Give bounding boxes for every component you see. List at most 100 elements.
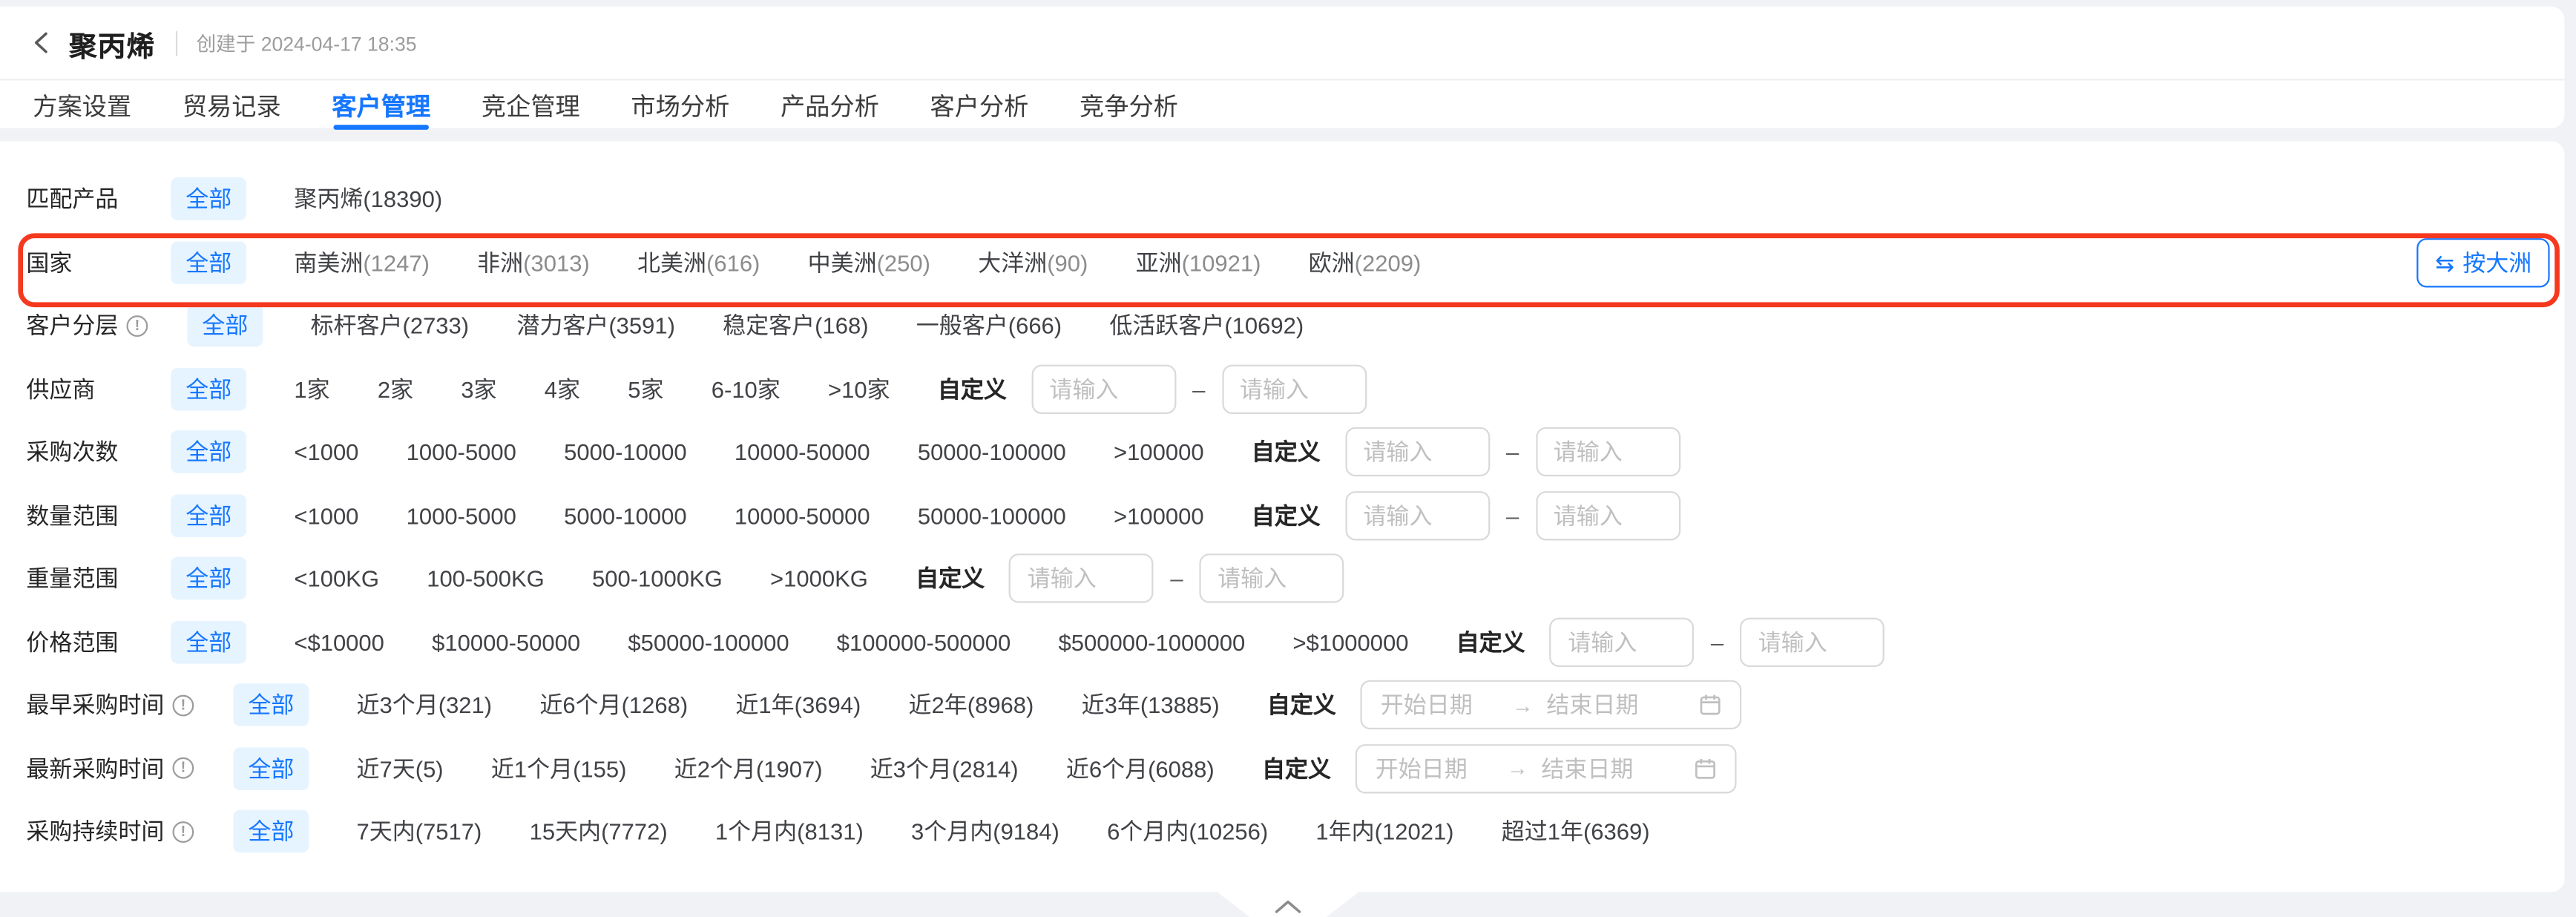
- filter-option[interactable]: <1000: [294, 502, 358, 528]
- filter-option[interactable]: 7天内(7517): [357, 815, 482, 848]
- filter-option[interactable]: 100-500KG: [427, 565, 545, 591]
- filter-option[interactable]: $50000-100000: [628, 629, 789, 655]
- filter-all-chip[interactable]: 全部: [171, 241, 246, 284]
- info-icon[interactable]: !: [127, 315, 148, 337]
- filter-option[interactable]: 亚洲(10921): [1136, 246, 1261, 279]
- tab-item[interactable]: 产品分析: [781, 81, 879, 130]
- filter-option[interactable]: 10000-50000: [735, 502, 870, 528]
- info-icon[interactable]: !: [173, 694, 194, 716]
- filter-option[interactable]: 50000-100000: [918, 502, 1066, 528]
- custom-label[interactable]: 自定义: [938, 372, 1007, 405]
- filter-option[interactable]: 4家: [545, 372, 580, 405]
- custom-max-input[interactable]: [1740, 617, 1885, 666]
- filter-option[interactable]: 500-1000KG: [592, 565, 723, 591]
- filter-all-chip[interactable]: 全部: [187, 304, 263, 347]
- tab-item[interactable]: 客户分析: [930, 81, 1029, 130]
- filter-option[interactable]: $100000-500000: [837, 629, 1011, 655]
- filter-option[interactable]: 6-10家: [712, 372, 781, 405]
- filter-option[interactable]: 大洋洲(90): [978, 246, 1088, 279]
- custom-label[interactable]: 自定义: [1252, 436, 1321, 468]
- custom-min-input[interactable]: [1009, 554, 1154, 603]
- filter-option[interactable]: 欧洲(2209): [1309, 246, 1422, 279]
- filter-option[interactable]: 南美洲(1247): [294, 246, 430, 279]
- back-button[interactable]: [26, 28, 56, 58]
- filter-option[interactable]: 标杆客户(2733): [311, 309, 470, 342]
- filter-option[interactable]: 低活跃客户(10692): [1109, 309, 1304, 342]
- tab-item[interactable]: 竞企管理: [482, 81, 580, 130]
- filter-option[interactable]: 一般客户(666): [916, 309, 1062, 342]
- filter-all-chip[interactable]: 全部: [171, 367, 246, 410]
- filter-option[interactable]: 1000-5000: [407, 439, 516, 465]
- filter-option[interactable]: 3个月内(9184): [911, 815, 1059, 848]
- filter-all-chip[interactable]: 全部: [171, 557, 246, 600]
- tab-item[interactable]: 市场分析: [631, 81, 729, 130]
- filter-option[interactable]: 近2年(8968): [909, 688, 1034, 721]
- filter-all-chip[interactable]: 全部: [233, 810, 309, 853]
- filter-all-chip[interactable]: 全部: [171, 178, 246, 221]
- filter-all-chip[interactable]: 全部: [171, 431, 246, 474]
- filter-option[interactable]: 5000-10000: [564, 502, 687, 528]
- group-by-continent-button[interactable]: ⇆按大洲: [2417, 238, 2550, 287]
- custom-label[interactable]: 自定义: [1267, 688, 1336, 721]
- filter-all-chip[interactable]: 全部: [233, 684, 309, 727]
- filter-option[interactable]: >100000: [1114, 502, 1204, 528]
- filter-option[interactable]: 北美洲(616): [637, 246, 760, 279]
- filter-option[interactable]: 聚丙烯(18390): [294, 183, 442, 215]
- filter-option[interactable]: 近3个月(2814): [870, 752, 1019, 785]
- filter-option[interactable]: 近3年(13885): [1082, 688, 1220, 721]
- tab-item[interactable]: 竞争分析: [1080, 81, 1178, 130]
- filter-option[interactable]: <1000: [294, 439, 358, 465]
- filter-option[interactable]: 近3个月(321): [357, 688, 493, 721]
- custom-max-input[interactable]: [1221, 364, 1366, 413]
- filter-option[interactable]: 中美洲(250): [808, 246, 930, 279]
- filter-option[interactable]: 近7天(5): [357, 752, 444, 785]
- filter-option[interactable]: 2家: [378, 372, 413, 405]
- info-icon[interactable]: !: [173, 757, 194, 779]
- filter-option[interactable]: 1个月内(8131): [715, 815, 864, 848]
- filter-option[interactable]: 5家: [628, 372, 663, 405]
- filter-option[interactable]: $500000-1000000: [1058, 629, 1245, 655]
- custom-min-input[interactable]: [1031, 364, 1176, 413]
- custom-label[interactable]: 自定义: [1262, 752, 1331, 785]
- filter-option[interactable]: >1000KG: [770, 565, 868, 591]
- filter-all-chip[interactable]: 全部: [233, 747, 309, 790]
- filter-option[interactable]: 1家: [294, 372, 329, 405]
- info-icon[interactable]: !: [173, 821, 194, 843]
- filter-option[interactable]: 非洲(3013): [477, 246, 590, 279]
- filter-option[interactable]: 15天内(7772): [530, 815, 668, 848]
- custom-min-input[interactable]: [1550, 617, 1695, 666]
- filter-option[interactable]: 近1个月(155): [491, 752, 627, 785]
- filter-option[interactable]: >$1000000: [1292, 629, 1408, 655]
- filter-option[interactable]: 1000-5000: [407, 502, 516, 528]
- filter-option[interactable]: 10000-50000: [735, 439, 870, 465]
- filter-option[interactable]: 近6个月(6088): [1066, 752, 1215, 785]
- filter-option[interactable]: <100KG: [294, 565, 379, 591]
- filter-option[interactable]: 超过1年(6369): [1502, 815, 1650, 848]
- custom-max-input[interactable]: [1535, 427, 1680, 476]
- filter-option[interactable]: 潜力客户(3591): [516, 309, 675, 342]
- filter-all-chip[interactable]: 全部: [171, 620, 246, 663]
- custom-label[interactable]: 自定义: [1456, 625, 1525, 658]
- filter-option[interactable]: 5000-10000: [564, 439, 687, 465]
- filter-option[interactable]: >10家: [828, 372, 890, 405]
- tab-item[interactable]: 方案设置: [33, 81, 131, 130]
- filter-option[interactable]: 近6个月(1268): [539, 688, 688, 721]
- collapse-panel-button[interactable]: [1218, 892, 1358, 917]
- date-range-picker[interactable]: 开始日期→结束日期: [1356, 744, 1737, 793]
- tab-item[interactable]: 客户管理: [332, 81, 430, 130]
- filter-option[interactable]: 近2个月(1907): [674, 752, 823, 785]
- custom-max-input[interactable]: [1535, 491, 1680, 540]
- filter-option[interactable]: $10000-50000: [432, 629, 580, 655]
- date-range-picker[interactable]: 开始日期→结束日期: [1361, 680, 1742, 729]
- custom-min-input[interactable]: [1345, 491, 1490, 540]
- filter-all-chip[interactable]: 全部: [171, 494, 246, 537]
- filter-option[interactable]: 6个月内(10256): [1107, 815, 1268, 848]
- filter-option[interactable]: >100000: [1114, 439, 1204, 465]
- custom-label[interactable]: 自定义: [916, 562, 985, 595]
- custom-max-input[interactable]: [1200, 554, 1344, 603]
- custom-label[interactable]: 自定义: [1252, 499, 1321, 532]
- filter-option[interactable]: 50000-100000: [918, 439, 1066, 465]
- filter-option[interactable]: 3家: [461, 372, 496, 405]
- filter-option[interactable]: <$10000: [294, 629, 384, 655]
- custom-min-input[interactable]: [1345, 427, 1490, 476]
